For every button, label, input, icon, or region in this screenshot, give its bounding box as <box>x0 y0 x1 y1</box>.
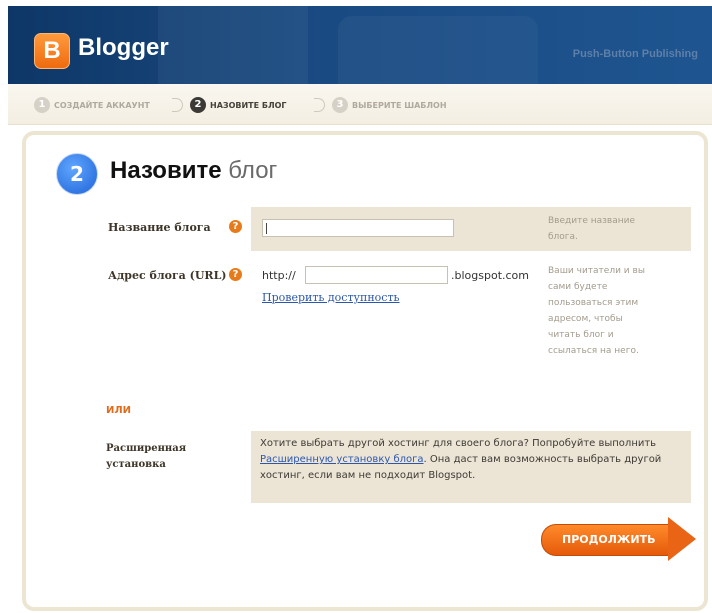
step-2: 2 НАЗОВИТЕ БЛОГ <box>190 95 287 115</box>
page-title: Назовите блог <box>110 157 277 185</box>
header-decoration <box>158 6 308 84</box>
blog-address-label: Адрес блога (URL) <box>108 269 227 282</box>
help-icon[interactable]: ? <box>229 268 242 281</box>
logo-text[interactable]: Blogger <box>78 34 169 62</box>
continue-button[interactable]: ПРОДОЛЖИТЬ <box>541 524 670 556</box>
or-label: ИЛИ <box>106 405 132 416</box>
logo-letter: B <box>43 37 61 64</box>
continue-arrow-icon[interactable] <box>668 517 696 561</box>
step-number-badge: 2 <box>56 153 98 195</box>
blog-address-input[interactable] <box>305 266 448 284</box>
header: B Blogger Push-Button Publishing <box>8 6 712 84</box>
blogger-logo-icon[interactable]: B <box>34 33 70 69</box>
blog-title-label: Название блога <box>108 221 211 234</box>
step-label: НАЗОВИТЕ БЛОГ <box>210 100 287 110</box>
advanced-description: Хотите выбрать другой хостинг для своего… <box>260 436 688 484</box>
blog-address-hint: Ваши читатели и вы сами будете пользоват… <box>548 266 645 356</box>
step-label: ВЫБЕРИТЕ ШАБЛОН <box>352 100 447 110</box>
check-availability-link[interactable]: Проверить доступность <box>262 291 400 304</box>
blog-title-input[interactable] <box>262 219 454 237</box>
advanced-setup-link[interactable]: Расширенную установку блога <box>260 454 424 465</box>
url-prefix: http:// <box>262 269 296 282</box>
main-panel: 2 Назовите блог Название блога ? Введите… <box>22 131 708 611</box>
url-suffix: .blogspot.com <box>451 269 529 282</box>
page-title-light: блог <box>228 157 278 184</box>
step-number-icon: 3 <box>332 97 348 113</box>
step-1: 1 СОЗДАЙТЕ АККАУНТ <box>34 95 150 115</box>
step-number-icon: 1 <box>34 97 50 113</box>
page: B Blogger Push-Button Publishing 1 СОЗДА… <box>0 0 712 613</box>
header-decoration <box>338 16 538 84</box>
advanced-text-before: Хотите выбрать другой хостинг для своего… <box>260 438 657 449</box>
advanced-label: Расширенная установка <box>106 443 187 470</box>
step-separator-icon <box>172 98 183 112</box>
step-separator-icon <box>314 98 325 112</box>
tagline: Push-Button Publishing <box>572 48 698 60</box>
help-icon[interactable]: ? <box>229 220 242 233</box>
step-number-icon: 2 <box>190 97 206 113</box>
step-label: СОЗДАЙТЕ АККАУНТ <box>54 100 150 110</box>
blog-title-hint: Введите название блога. <box>548 216 636 242</box>
steps-bar: 1 СОЗДАЙТЕ АККАУНТ 2 НАЗОВИТЕ БЛОГ 3 ВЫБ… <box>8 84 712 125</box>
step-3: 3 ВЫБЕРИТЕ ШАБЛОН <box>332 95 447 115</box>
page-title-bold: Назовите <box>110 157 222 184</box>
